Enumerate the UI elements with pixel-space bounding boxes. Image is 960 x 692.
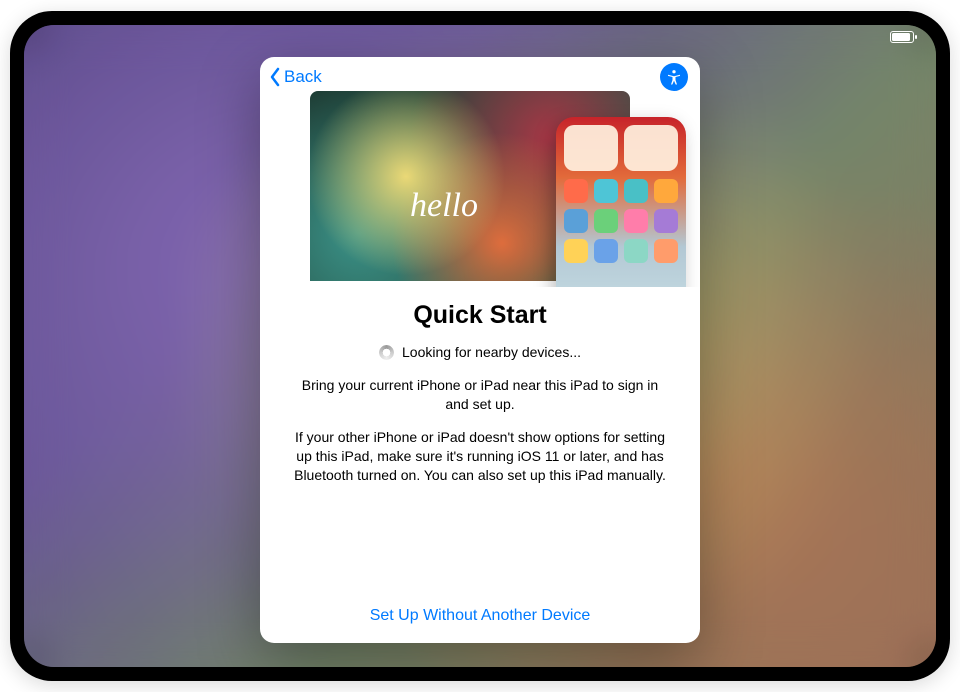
app-icon — [624, 179, 648, 203]
hero-illustration: hello — [310, 97, 690, 287]
description-1: Bring your current iPhone or iPad near t… — [290, 376, 670, 414]
app-icon — [564, 179, 588, 203]
accessibility-icon — [665, 68, 683, 86]
app-icon — [654, 239, 678, 263]
app-icon — [654, 209, 678, 233]
description-2: If your other iPhone or iPad doesn't sho… — [290, 428, 670, 485]
app-icon — [564, 209, 588, 233]
accessibility-button[interactable] — [660, 63, 688, 91]
widget-tile — [624, 125, 678, 171]
page-title: Quick Start — [282, 301, 678, 330]
app-icon — [594, 239, 618, 263]
status-bar — [890, 31, 914, 43]
widget-tile — [564, 125, 618, 171]
quick-start-sheet: Back hello — [260, 57, 700, 643]
battery-icon — [890, 31, 914, 43]
status-text: Looking for nearby devices... — [402, 344, 581, 360]
chevron-left-icon — [268, 67, 282, 87]
app-icon — [594, 179, 618, 203]
status-row: Looking for nearby devices... — [282, 344, 678, 360]
app-icon — [564, 239, 588, 263]
app-icon — [624, 239, 648, 263]
ipad-frame: Back hello — [10, 11, 950, 681]
app-icon — [594, 209, 618, 233]
app-icon — [624, 209, 648, 233]
app-icon — [654, 179, 678, 203]
back-button[interactable]: Back — [268, 67, 322, 87]
back-label: Back — [284, 67, 322, 87]
hero-greeting-text: hello — [410, 187, 478, 225]
setup-without-device-link[interactable]: Set Up Without Another Device — [260, 591, 700, 643]
sheet-content: Quick Start Looking for nearby devices..… — [260, 287, 700, 591]
spinner-icon — [379, 345, 394, 360]
ipad-screen: Back hello — [24, 25, 936, 667]
